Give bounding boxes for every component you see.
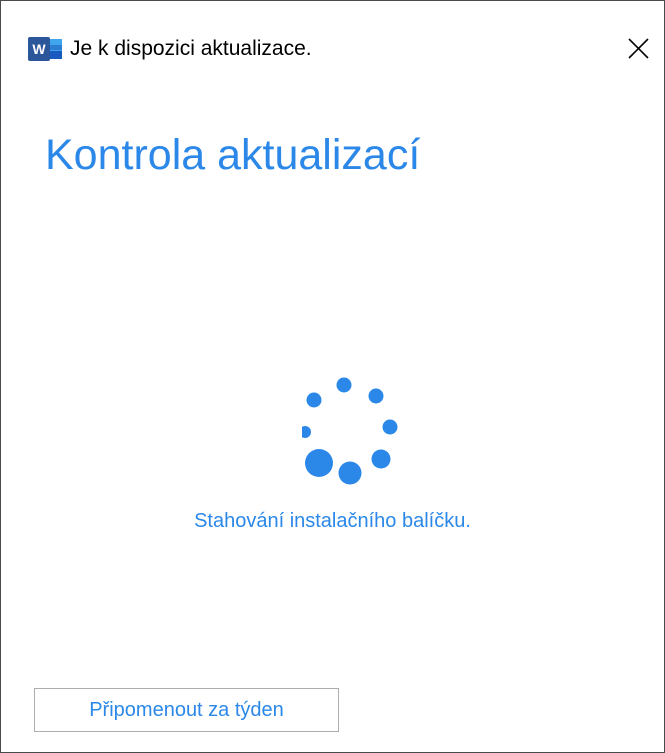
close-button[interactable] <box>617 28 657 68</box>
page-title: Kontrola aktualizací <box>45 131 421 179</box>
window-title: Je k dispozici aktualizace. <box>70 37 312 60</box>
word-icon: W <box>28 37 64 61</box>
title-bar: W Je k dispozici aktualizace. <box>1 1 664 61</box>
remind-in-week-button[interactable]: Připomenout za týden <box>34 688 339 732</box>
status-text: Stahování instalačního balíčku. <box>194 510 471 532</box>
update-dialog: W Je k dispozici aktualizace. Kontrola a… <box>0 0 665 753</box>
loading-spinner-icon <box>294 373 404 489</box>
svg-text:W: W <box>32 41 46 57</box>
close-icon <box>628 38 649 59</box>
